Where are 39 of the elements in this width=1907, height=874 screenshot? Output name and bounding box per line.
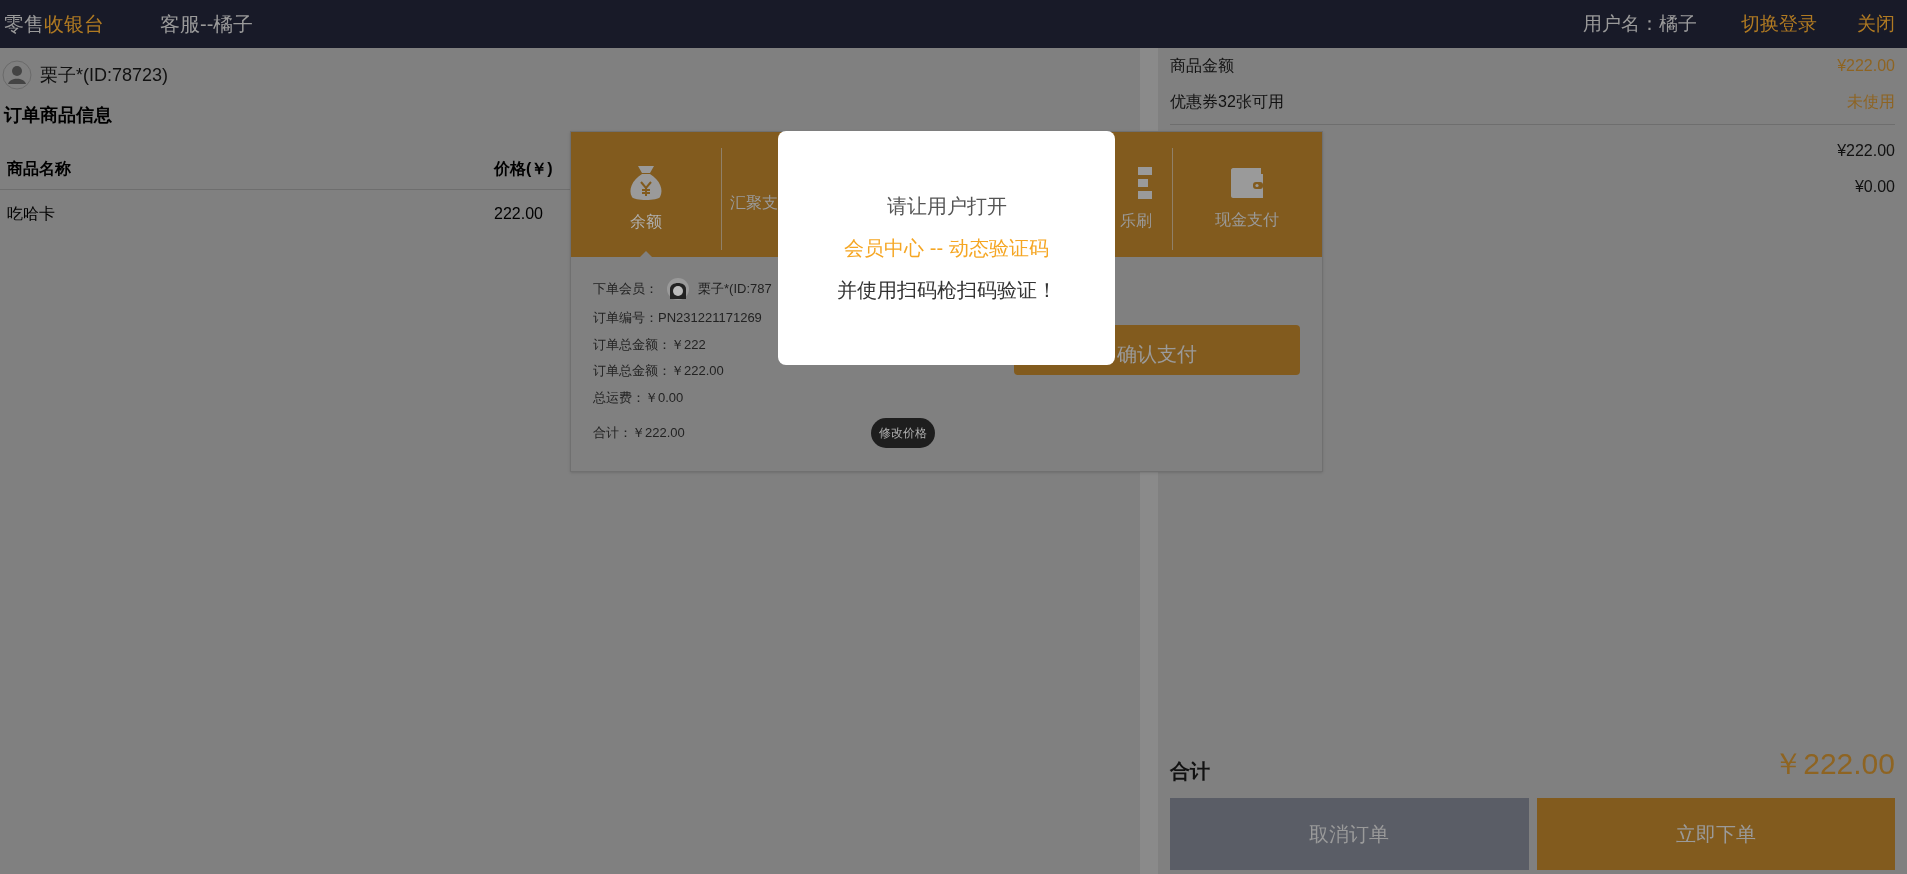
logo: 零售收银台 [4,12,104,37]
table-cell-text: 222.00 [494,204,543,224]
summary-value: 未使用 [1847,92,1895,112]
grid-icon [1137,165,1152,201]
summary-label: 优惠券32张可用 [1170,92,1284,112]
total-amount: ￥222.00 [1773,746,1895,782]
wallet-icon [1229,166,1266,200]
member-name: 栗子*(ID:787 [698,280,772,299]
payment-tab[interactable]: 余额 [571,148,722,250]
order-detail: 总运费：￥0.00 [593,388,685,407]
selected-caret-icon [638,251,655,259]
order-detail: 订单总金额：￥222 [593,335,707,354]
dialog-text: 会员中心 -- 动态验证码 [844,236,1049,261]
table-cell-text: 吃哈卡 [7,204,56,224]
switch-login-link[interactable]: 切换登录 [1741,9,1817,39]
summary-value: ¥222.00 [1837,56,1895,76]
column-header: 价格(￥) [494,159,553,179]
agent-name: 客服--橘子 [160,12,254,37]
user-name: 用户名：橘子 [1583,11,1697,36]
order-total: 合计：￥222.00 [593,424,686,443]
column-header: 商品名称 [7,159,72,179]
summary-value: ¥222.00 [1837,141,1895,161]
avatar-icon [2,60,32,90]
summary-value: ¥0.00 [1854,177,1895,197]
payment-tab[interactable]: 现金支付 [1171,148,1322,250]
dialog-text: 并使用扫码枪扫码验证！ [836,278,1057,303]
order-detail: 订单总金额：￥222.00 [593,362,725,380]
member-label: 下单会员： [593,280,658,299]
edit-price-button[interactable]: 修改价格 [871,418,935,448]
close-link[interactable]: 关闭 [1857,9,1895,39]
member-avatar-icon [666,277,690,301]
place-order-button[interactable]: 立即下单 [1536,798,1895,870]
total-label: 合计 [1170,759,1210,784]
section-title: 订单商品信息 [4,104,113,127]
dialog-text: 请让用户打开 [886,194,1007,219]
summary-label: 商品金额 [1170,56,1234,76]
member-name: 栗子*(ID:78723) [40,63,169,87]
order-detail: 订单编号：PN231221171269 [593,309,763,327]
cancel-order-button[interactable]: 取消订单 [1170,798,1529,870]
